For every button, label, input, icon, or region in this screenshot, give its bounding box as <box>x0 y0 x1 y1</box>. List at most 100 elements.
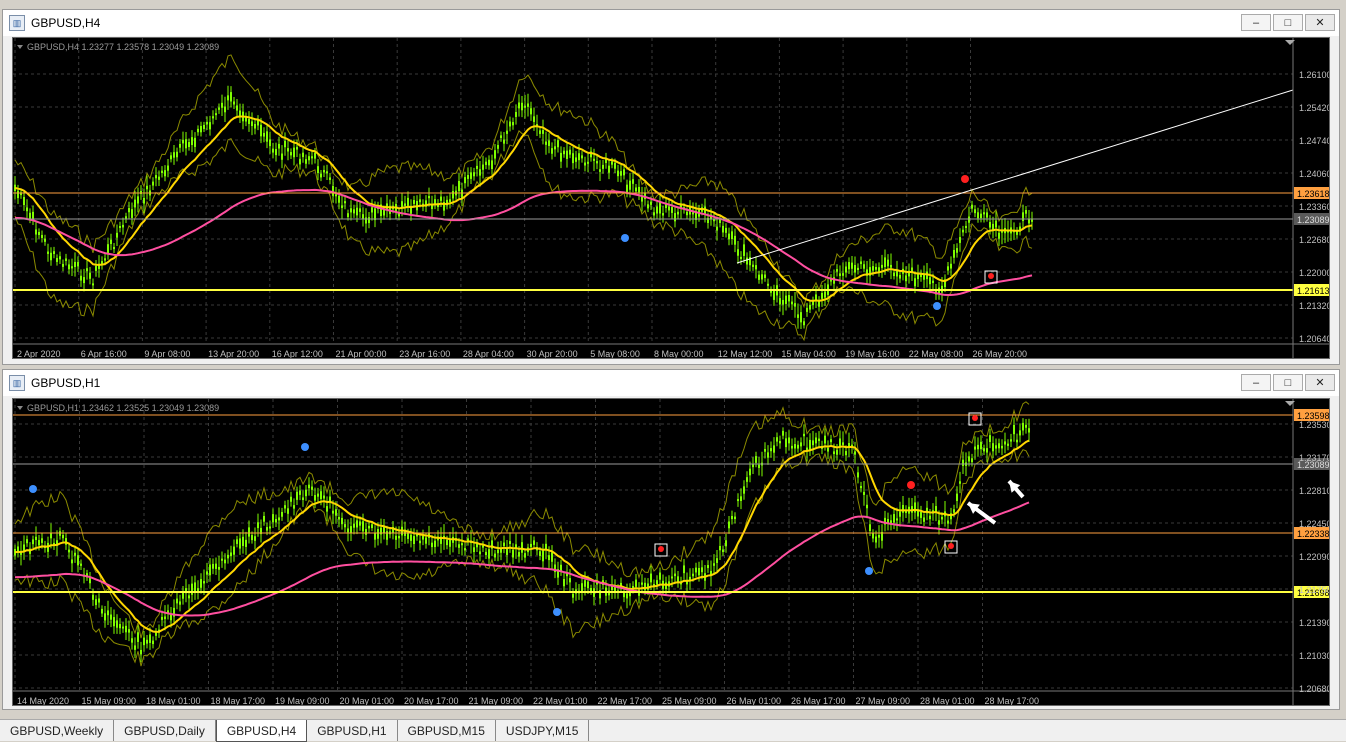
maximize-button[interactable]: □ <box>1273 374 1303 391</box>
window-titlebar[interactable]: ▥ GBPUSD,H4 – □ ✕ <box>3 10 1339 36</box>
candle-body <box>170 614 172 621</box>
signal-dot-red <box>972 415 978 421</box>
close-button[interactable]: ✕ <box>1305 374 1335 391</box>
time-axis-label: 6 Apr 16:00 <box>81 349 127 358</box>
candle-body <box>131 209 133 218</box>
candle-body <box>995 445 997 449</box>
candle-body <box>266 527 268 531</box>
candle-body <box>848 443 850 447</box>
candle-body <box>734 235 736 245</box>
window-titlebar[interactable]: ▥ GBPUSD,H1 – □ ✕ <box>3 370 1339 396</box>
chart-canvas[interactable]: 1.235981.230891.223381.216981.235301.231… <box>13 399 1330 705</box>
candle-body <box>449 199 451 203</box>
candle-body <box>977 444 979 450</box>
candle-body <box>803 321 805 326</box>
candle-body <box>236 105 238 111</box>
candle-body <box>410 534 412 541</box>
chart-window-h1[interactable]: ▥ GBPUSD,H1 – □ ✕ 1.23598 1.23089 1.22338 1… <box>2 369 1340 710</box>
candle-body <box>329 177 331 180</box>
candle-body <box>113 246 115 250</box>
candle-body <box>413 199 415 204</box>
tab-usdjpy-m15[interactable]: USDJPY,M15 <box>496 720 590 741</box>
price-chart-h4[interactable]: 1.23618 1.23089 1.21613 1.26100 1.25420 1.247… <box>12 37 1330 359</box>
candle-body <box>254 123 256 129</box>
candle-body <box>320 491 322 500</box>
candle-body <box>458 544 460 548</box>
candle-body <box>683 565 685 574</box>
candle-body <box>446 539 448 546</box>
candle-body <box>575 157 577 162</box>
candle-body <box>818 301 820 307</box>
chart-window-h4[interactable]: ▥ GBPUSD,H4 – □ ✕ 1.23618 1.23089 1.21613 1… <box>2 9 1340 365</box>
candle-body <box>599 169 601 172</box>
candle-body <box>296 491 298 500</box>
candle-body <box>716 558 718 563</box>
close-button[interactable]: ✕ <box>1305 14 1335 31</box>
candle-body <box>206 571 208 575</box>
candle-body <box>371 524 373 529</box>
candle-body <box>98 598 100 603</box>
candle-body <box>758 464 760 468</box>
candle-body <box>143 198 145 204</box>
candle-body <box>854 265 856 273</box>
candle-body <box>677 211 679 215</box>
candle-body <box>251 121 253 127</box>
candle-body <box>488 159 490 166</box>
maximize-button[interactable]: □ <box>1273 14 1303 31</box>
candle-body <box>254 536 256 541</box>
candle-body <box>110 239 112 245</box>
signal-dot-blue <box>553 608 561 616</box>
candle-body <box>281 153 283 160</box>
candle-body <box>1016 439 1018 443</box>
minimize-button[interactable]: – <box>1241 374 1271 391</box>
tab-gbpusd-weekly[interactable]: GBPUSD,Weekly <box>0 720 115 741</box>
candle-body <box>209 564 211 576</box>
candle-body <box>203 124 205 129</box>
candle-body <box>161 170 163 173</box>
candle-body <box>656 206 658 214</box>
tab-gbpusd-h4[interactable]: GBPUSD,H4 <box>215 720 308 742</box>
minimize-button[interactable]: – <box>1241 14 1271 31</box>
candle-body <box>182 139 184 144</box>
candle-body <box>671 207 673 213</box>
candle-body <box>464 177 466 184</box>
candle-body <box>62 535 64 539</box>
candle-body <box>176 151 178 158</box>
tab-gbpusd-h1[interactable]: GBPUSD,H1 <box>307 720 398 741</box>
candle-body <box>137 196 139 204</box>
signal-dot-blue <box>301 443 309 451</box>
candle-body <box>485 161 487 165</box>
tab-gbpusd-daily[interactable]: GBPUSD,Daily <box>114 720 216 741</box>
chart-window-icon: ▥ <box>9 15 25 31</box>
candle-body <box>341 205 343 208</box>
candle-body <box>1025 424 1027 428</box>
tab-gbpusd-m15[interactable]: GBPUSD,M15 <box>398 720 496 741</box>
candle-body <box>776 437 778 442</box>
candle-body <box>284 140 286 148</box>
candle-body <box>119 624 121 629</box>
candle-body <box>977 212 979 219</box>
candle-body <box>86 268 88 272</box>
price-chart-h1[interactable]: 1.23598 1.23089 1.22338 1.21698 1.23530 1.231… <box>12 398 1330 706</box>
candle-body <box>842 442 844 445</box>
candle-body <box>1031 219 1033 222</box>
candle-body <box>386 531 388 540</box>
price-axis-label: 1.22450 <box>1299 519 1330 529</box>
candle-body <box>527 103 529 107</box>
candle-body <box>191 137 193 145</box>
candle-body <box>1007 443 1009 446</box>
candle-body <box>296 146 298 150</box>
candle-body <box>320 173 322 178</box>
candle-body <box>32 539 34 545</box>
candle-body <box>503 542 505 547</box>
candle-body <box>635 187 637 192</box>
candle-body <box>248 118 250 124</box>
candle-body <box>128 208 130 213</box>
candle-body <box>1019 430 1021 436</box>
candle-body <box>719 545 721 551</box>
candle-body <box>887 259 889 267</box>
candle-body <box>674 573 676 577</box>
candle-body <box>200 125 202 133</box>
chart-canvas[interactable]: 1.23618 1.23089 1.21613 1.26100 1.25420 1.247… <box>13 38 1330 358</box>
candle-body <box>725 540 727 547</box>
